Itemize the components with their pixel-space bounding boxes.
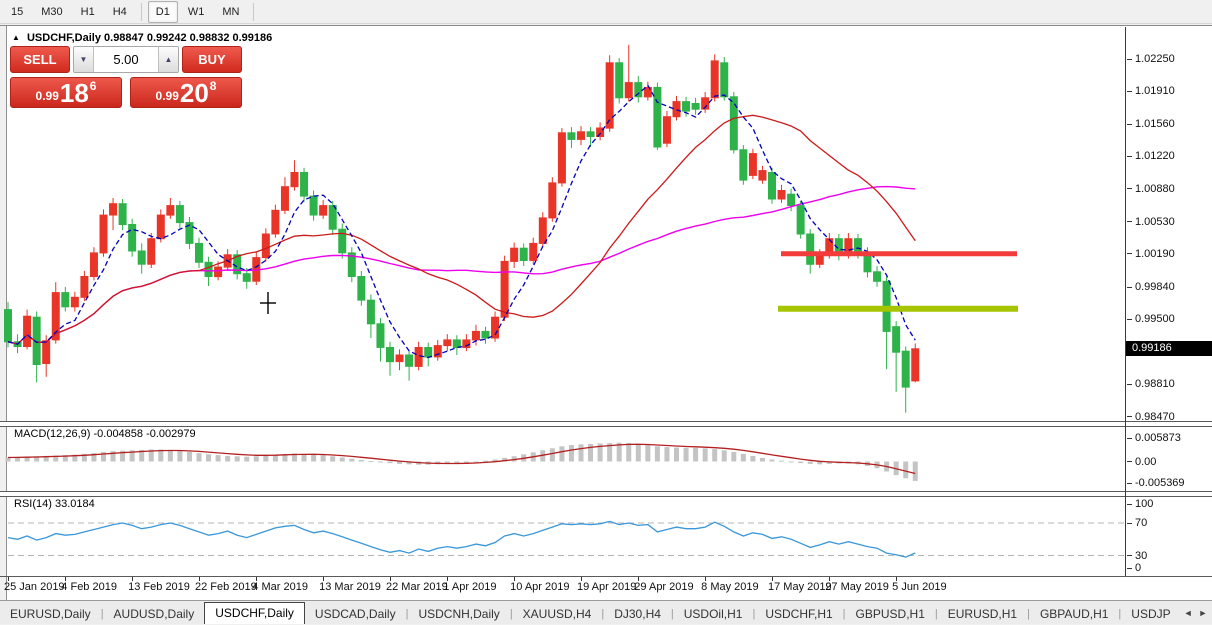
sell-price-button[interactable]: 0.99 18 6 — [10, 77, 122, 108]
volume-group: ▼ 5.00 ▲ — [73, 46, 179, 73]
rsi-axis-tick: 0 — [1127, 561, 1141, 575]
tab-gbpaud-h1[interactable]: GBPAUD,H1 — [1030, 605, 1118, 624]
tab-usdcad-daily[interactable]: USDCAD,Daily — [305, 605, 406, 624]
tab-xauusd-h4[interactable]: XAUUSD,H4 — [513, 605, 602, 624]
rsi-value: 33.0184 — [55, 498, 95, 510]
tab-usdchf-h1[interactable]: USDCHF,H1 — [755, 605, 842, 624]
tab-dj30-h4[interactable]: DJ30,H4 — [604, 605, 671, 624]
sell-price-big: 18 — [60, 81, 89, 105]
date-axis-label: 22 Feb 2019 — [195, 581, 257, 593]
price-axis-tick: 1.01560 — [1127, 117, 1175, 131]
collapse-panel-icon[interactable]: ▲ — [12, 33, 20, 42]
chart-symbol: USDCHF,Daily — [27, 32, 101, 44]
toolbar-separator — [253, 3, 254, 21]
buy-price-button[interactable]: 0.99 20 8 — [130, 77, 242, 108]
date-axis-label: 8 May 2019 — [701, 581, 758, 593]
tab-usdjp[interactable]: USDJP — [1121, 605, 1180, 624]
date-axis-label: 17 May 2019 — [768, 581, 832, 593]
toolbar-separator — [141, 3, 142, 21]
current-price-tag: 0.99186 — [1126, 341, 1212, 356]
sell-button[interactable]: SELL — [10, 46, 70, 73]
timeframe-m30[interactable]: M30 — [33, 1, 70, 23]
date-axis-label: 29 Apr 2019 — [634, 581, 693, 593]
macd-name: MACD(12,26,9) — [14, 428, 90, 440]
sell-price-prefix: 0.99 — [36, 89, 59, 103]
macd-signal-value: -0.002979 — [146, 428, 196, 440]
timeframe-h1[interactable]: H1 — [73, 1, 103, 23]
price-axis-tick: 0.98470 — [1127, 410, 1175, 424]
volume-increase-button[interactable]: ▲ — [158, 47, 178, 72]
rsi-name: RSI(14) — [14, 498, 52, 510]
chart-tab-bar: EURUSD,Daily|AUDUSD,DailyUSDCHF,DailyUSD… — [0, 600, 1212, 624]
ohlc-open: 0.98847 — [104, 32, 144, 44]
price-axis-tick: 1.00190 — [1127, 247, 1175, 261]
tab-usdoil-h1[interactable]: USDOil,H1 — [674, 605, 753, 624]
price-axis-tick: 1.00530 — [1127, 215, 1175, 229]
ohlc-high: 0.99242 — [147, 32, 187, 44]
rsi-axis-tick: 100 — [1127, 497, 1153, 511]
timeframe-mn[interactable]: MN — [214, 1, 247, 23]
timeframe-h4[interactable]: H4 — [105, 1, 135, 23]
date-axis-label: 10 Apr 2019 — [510, 581, 569, 593]
sell-price-sup: 6 — [90, 79, 97, 93]
rsi-label: RSI(14) 33.0184 — [14, 498, 95, 510]
price-axis-tick: 1.00880 — [1127, 182, 1175, 196]
price-axis-tick: 0.99840 — [1127, 280, 1175, 294]
price-axis-tick: 1.01910 — [1127, 84, 1175, 98]
macd-axis-tick: 0.005873 — [1127, 431, 1181, 445]
buy-price-sup: 8 — [210, 79, 217, 93]
tab-eurusd-daily[interactable]: EURUSD,Daily — [0, 605, 101, 624]
price-axis-tick: 1.02250 — [1127, 52, 1175, 66]
one-click-trade-panel: SELL ▼ 5.00 ▲ BUY 0.99 18 6 0.99 20 8 — [10, 46, 242, 108]
price-axis-border — [1125, 27, 1126, 576]
tab-scroll-right-icon[interactable]: ► — [1196, 608, 1211, 618]
macd-main-value: -0.004858 — [93, 428, 143, 440]
timeframe-15[interactable]: 15 — [3, 1, 31, 23]
price-axis-tick: 0.99500 — [1127, 312, 1175, 326]
timeframe-w1[interactable]: W1 — [180, 1, 213, 23]
chart-header: ▲ USDCHF,Daily 0.98847 0.99242 0.98832 0… — [12, 32, 272, 44]
date-axis-label: 22 Mar 2019 — [386, 581, 448, 593]
buy-price-prefix: 0.99 — [156, 89, 179, 103]
date-axis-label: 13 Feb 2019 — [128, 581, 190, 593]
rsi-pane[interactable] — [0, 495, 1125, 576]
tab-usdcnh-daily[interactable]: USDCNH,Daily — [408, 605, 509, 624]
buy-button[interactable]: BUY — [182, 46, 242, 73]
rsi-axis-tick: 70 — [1127, 516, 1147, 530]
tab-audusd-daily[interactable]: AUDUSD,Daily — [104, 605, 205, 624]
tab-usdchf-daily[interactable]: USDCHF,Daily — [204, 602, 305, 624]
date-axis-label: 4 Feb 2019 — [61, 581, 117, 593]
timeframe-d1[interactable]: D1 — [148, 1, 178, 23]
tab-scroll-buttons: ◄► — [1181, 601, 1212, 624]
timeframe-toolbar: 15M30H1H4 D1W1MN — [0, 0, 1212, 24]
volume-decrease-button[interactable]: ▼ — [74, 47, 94, 72]
date-axis-label: 1 Apr 2019 — [443, 581, 496, 593]
macd-label: MACD(12,26,9) -0.004858 -0.002979 — [14, 428, 196, 440]
date-axis-label: 19 Apr 2019 — [577, 581, 636, 593]
price-axis-tick: 0.98810 — [1127, 377, 1175, 391]
price-axis-tick: 1.01220 — [1127, 149, 1175, 163]
date-axis-label: 25 Jan 2019 — [4, 581, 65, 593]
date-axis-border — [0, 576, 1212, 577]
ohlc-close: 0.99186 — [233, 32, 273, 44]
volume-input[interactable]: 5.00 — [94, 47, 158, 72]
buy-price-big: 20 — [180, 81, 209, 105]
tab-scroll-left-icon[interactable]: ◄ — [1181, 608, 1196, 618]
tab-gbpusd-h1[interactable]: GBPUSD,H1 — [846, 605, 935, 624]
macd-axis-tick: -0.005369 — [1127, 476, 1185, 490]
date-axis-label: 27 May 2019 — [825, 581, 889, 593]
date-axis-label: 4 Mar 2019 — [252, 581, 308, 593]
ohlc-low: 0.98832 — [190, 32, 230, 44]
cross-marker — [260, 292, 276, 314]
date-axis-label: 5 Jun 2019 — [892, 581, 946, 593]
tab-eurusd-h1[interactable]: EURUSD,H1 — [938, 605, 1027, 624]
date-axis-label: 13 Mar 2019 — [319, 581, 381, 593]
macd-axis-tick: 0.00 — [1127, 455, 1156, 469]
